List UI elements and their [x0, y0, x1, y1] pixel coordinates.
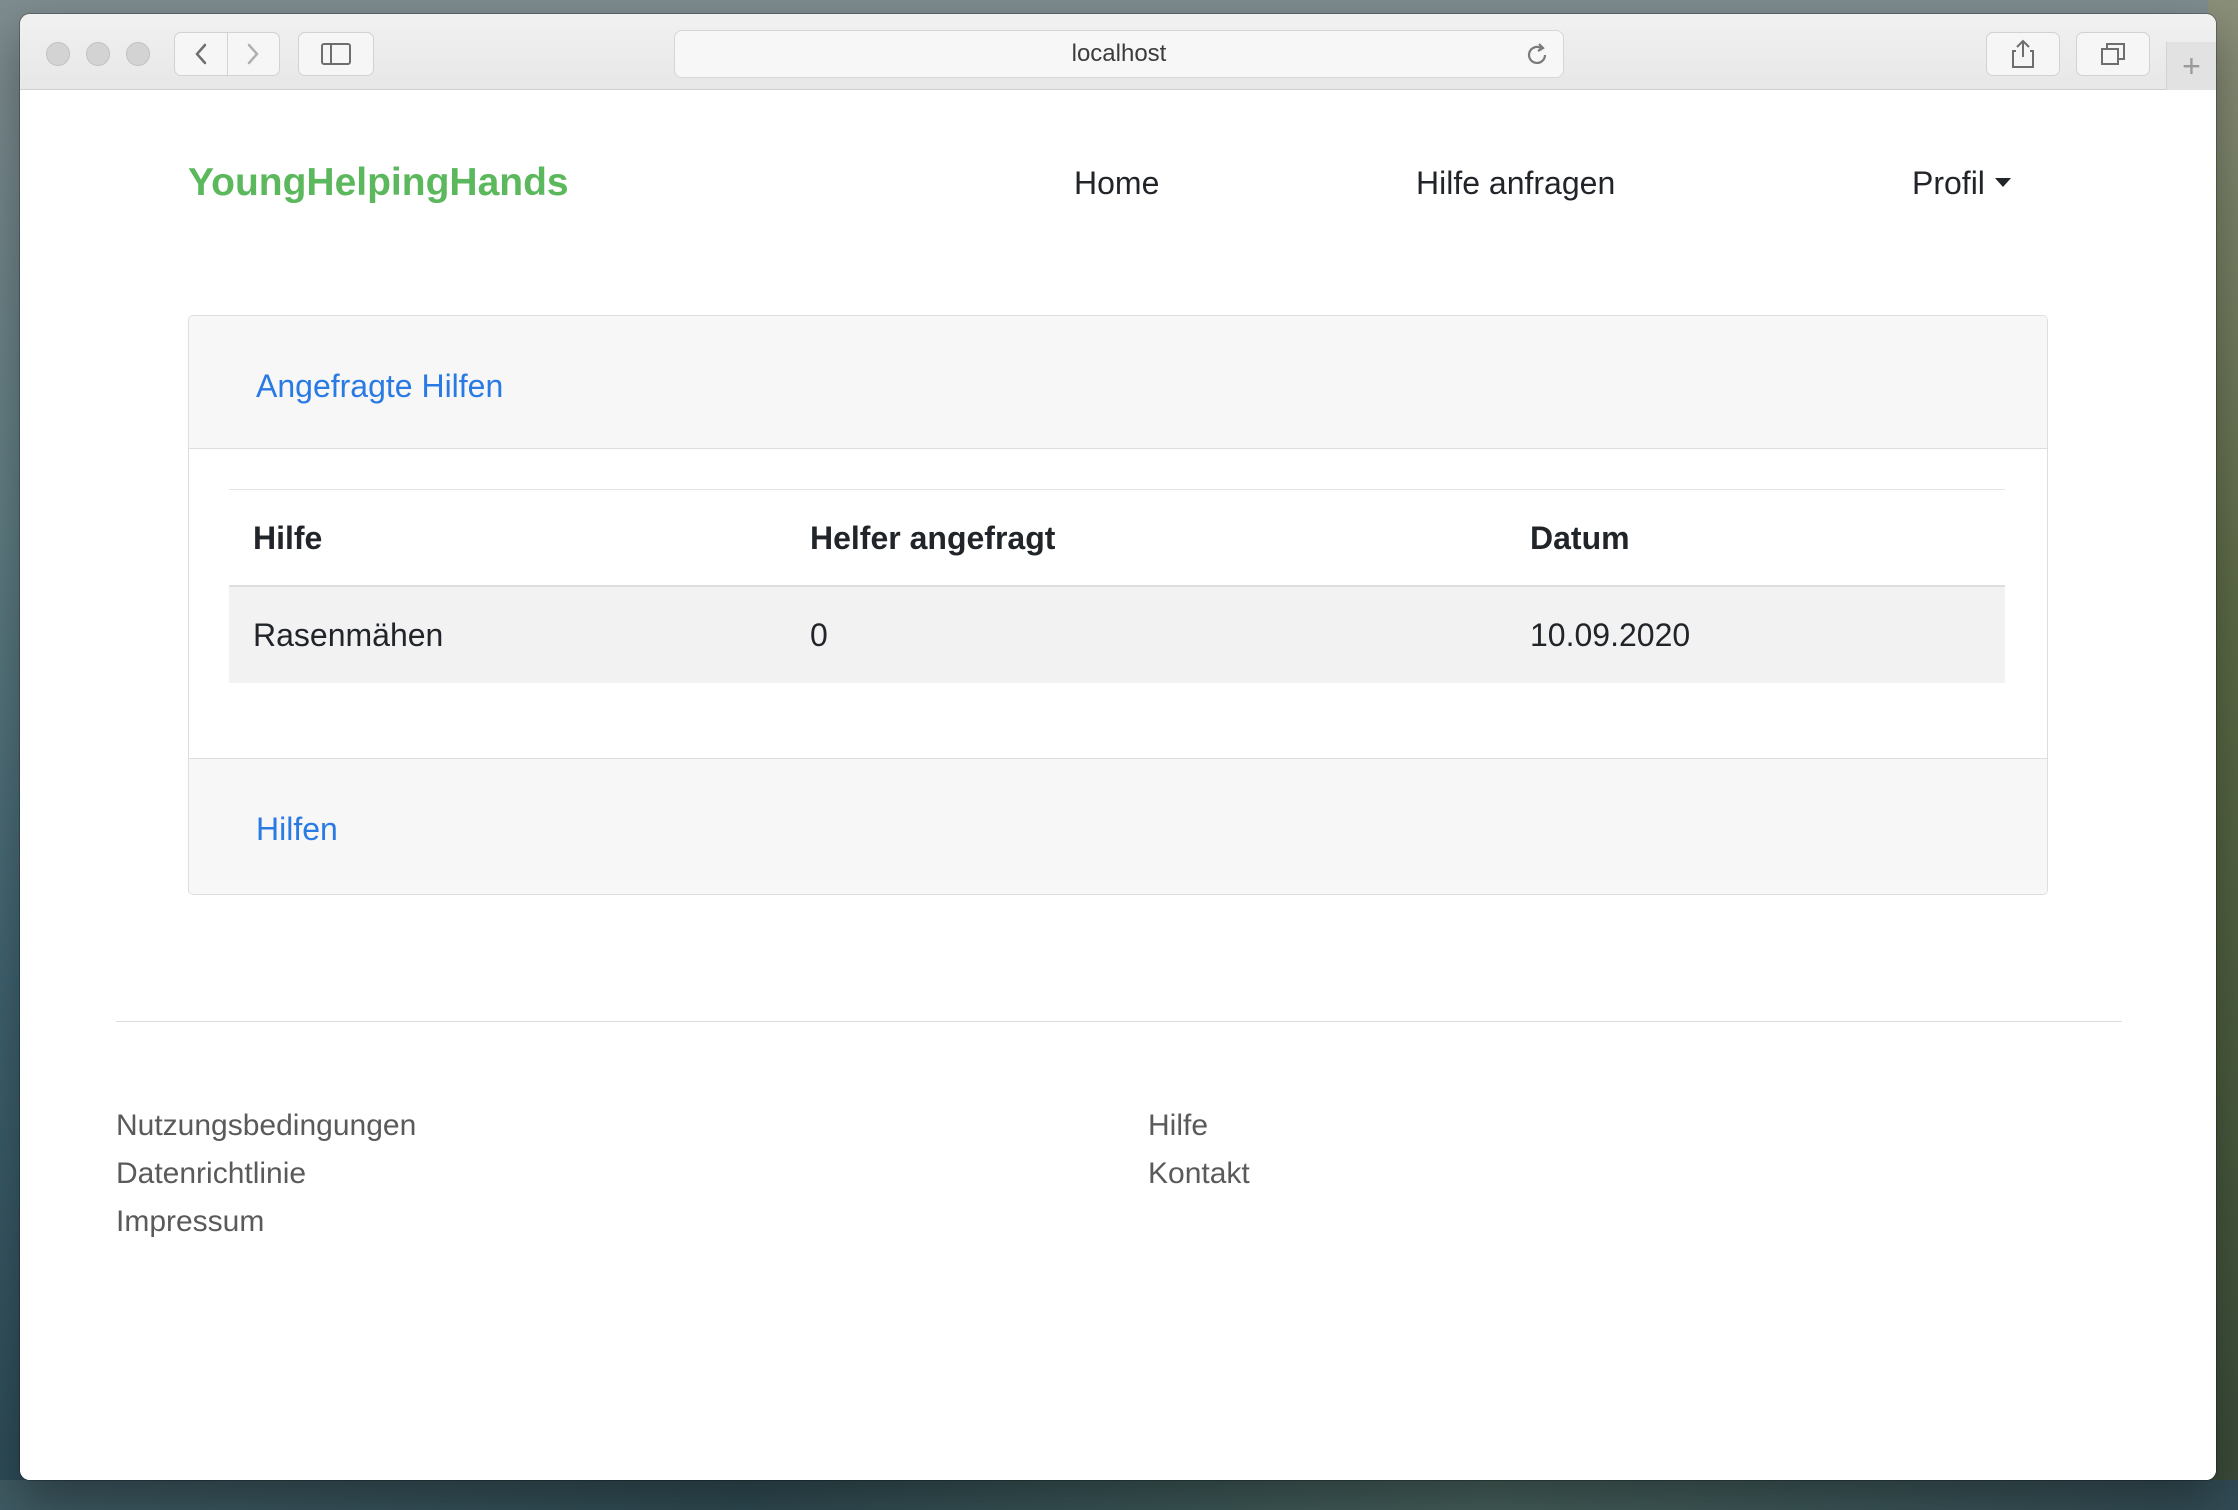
zoom-window-button[interactable]	[126, 42, 150, 66]
footer-link-terms[interactable]: Nutzungsbedingungen	[116, 1109, 416, 1143]
sidebar-toggle-button[interactable]	[298, 32, 374, 76]
nav-request-help[interactable]: Hilfe anfragen	[1416, 165, 1615, 202]
tabs-icon	[2101, 43, 2125, 65]
caret-down-icon	[1994, 178, 2011, 188]
footer-divider	[116, 1021, 2122, 1022]
browser-window: localhost + YoungHelpingHands Home Hilfe…	[20, 14, 2216, 1480]
sidebar-icon	[321, 43, 351, 65]
table-row[interactable]: Rasenmähen 0 10.09.2020	[229, 587, 2005, 683]
table-header-row: Hilfe Helfer angefragt Datum	[229, 489, 2005, 587]
requested-help-card: Angefragte Hilfen Hilfe Helfer angefragt…	[188, 315, 2048, 895]
plus-icon: +	[2182, 47, 2201, 84]
address-bar[interactable]: localhost	[674, 30, 1564, 78]
requests-table: Hilfe Helfer angefragt Datum Rasenmähen …	[229, 489, 2005, 683]
nav-home[interactable]: Home	[1074, 165, 1159, 202]
footer-link-contact[interactable]: Kontakt	[1148, 1157, 1250, 1191]
share-button[interactable]	[1986, 32, 2060, 76]
history-nav-group	[174, 32, 280, 76]
cell-help: Rasenmähen	[253, 617, 444, 653]
minimize-window-button[interactable]	[86, 42, 110, 66]
new-tab-button[interactable]: +	[2166, 42, 2216, 90]
help-tab[interactable]: Hilfen	[256, 811, 338, 848]
footer-link-imprint[interactable]: Impressum	[116, 1205, 264, 1239]
footer-link-help[interactable]: Hilfe	[1148, 1109, 1208, 1143]
footer-link-privacy[interactable]: Datenrichtlinie	[116, 1157, 306, 1191]
column-header-helpers-requested: Helfer angefragt	[810, 520, 1056, 556]
close-window-button[interactable]	[46, 42, 70, 66]
chevron-left-icon	[195, 43, 206, 65]
card-footer: Hilfen	[189, 758, 2047, 894]
forward-button[interactable]	[226, 33, 280, 75]
nav-profile-dropdown[interactable]: Profil	[1912, 165, 2011, 202]
share-icon	[2012, 39, 2034, 68]
column-header-help: Hilfe	[253, 520, 323, 556]
address-text: localhost	[1071, 40, 1167, 67]
back-button[interactable]	[175, 33, 227, 75]
column-header-date: Datum	[1530, 520, 1630, 556]
cell-helpers-requested: 0	[810, 617, 828, 653]
desktop-background-water	[0, 1480, 2238, 1510]
browser-toolbar: localhost +	[20, 14, 2216, 90]
reload-icon[interactable]	[1523, 41, 1551, 69]
brand-logo-link[interactable]: YoungHelpingHands	[188, 161, 569, 205]
web-page: YoungHelpingHands Home Hilfe anfragen Pr…	[20, 91, 2216, 1480]
cell-date: 10.09.2020	[1530, 617, 1691, 653]
card-header: Angefragte Hilfen	[189, 316, 2047, 449]
nav-profile-label: Profil	[1912, 165, 1985, 201]
tabs-overview-button[interactable]	[2076, 32, 2150, 76]
requested-help-tab[interactable]: Angefragte Hilfen	[256, 368, 503, 405]
chevron-right-icon	[248, 43, 259, 65]
